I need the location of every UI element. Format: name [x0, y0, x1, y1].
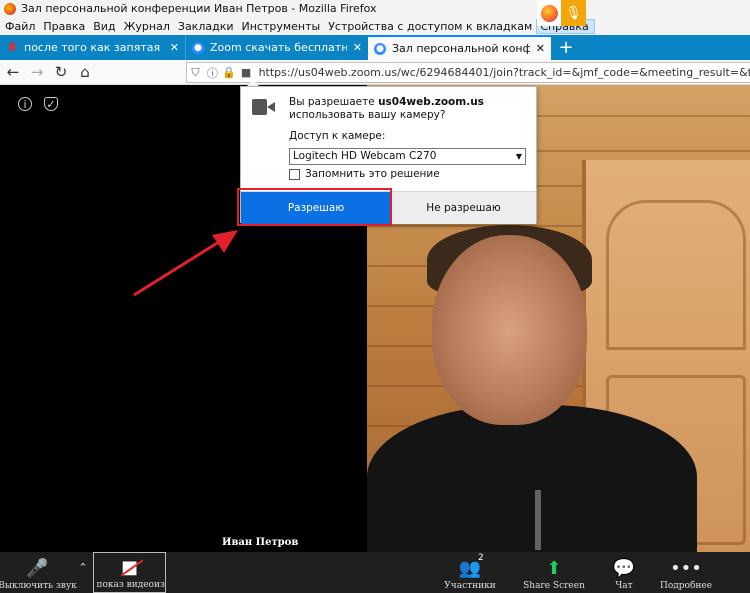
microphone-icon: 🎙	[565, 5, 582, 21]
tab-zoom-conference[interactable]: ● Зал персональной конференц ✕	[368, 35, 551, 60]
shield-icon[interactable]: ⛉	[187, 65, 204, 81]
home-icon[interactable]: ⌂	[75, 63, 95, 81]
lock-icon[interactable]: 🔒	[221, 65, 238, 81]
annotation-arrow	[133, 230, 238, 297]
more-button[interactable]: ••• Подробнее	[658, 552, 714, 593]
chat-label: Чат	[615, 581, 633, 591]
url-text[interactable]: https://us04web.zoom.us/wc/6294684401/jo…	[255, 66, 750, 79]
microphone-icon: 🎤	[26, 558, 49, 579]
video-button[interactable]: ■ ь показ видеоизо	[93, 552, 166, 593]
participants-count: 2	[478, 553, 484, 563]
person-face	[432, 235, 587, 425]
yandex-icon: Я	[7, 41, 17, 54]
firefox-account-button[interactable]	[537, 0, 561, 26]
menu-bar: Файл Правка Вид Журнал Закладки Инструме…	[0, 17, 750, 35]
chat-button[interactable]: 💬 Чат	[607, 552, 641, 593]
more-label: Подробнее	[659, 581, 713, 591]
deny-button[interactable]: Не разрешаю	[391, 192, 536, 224]
remember-decision[interactable]: Запомнить это решение	[289, 168, 440, 180]
audio-options-button[interactable]: ⌃	[76, 552, 90, 593]
chevron-up-icon: ⌃	[78, 561, 88, 574]
camera-icon	[252, 99, 275, 115]
tab-bar: Я после того как запятая — Янд ✕ ● Zoom …	[0, 35, 750, 60]
tab-zoom-download[interactable]: ● Zoom скачать бесплатно для ✕	[185, 35, 368, 60]
share-screen-icon: ⬆	[546, 558, 562, 579]
meeting-top-icons: i ✓	[18, 97, 58, 111]
close-icon[interactable]: ✕	[536, 42, 545, 55]
remember-label: Запомнить это решение	[305, 168, 440, 180]
camera-access-label: Доступ к камере:	[289, 130, 386, 142]
tab-label: Зал персональной конференц	[392, 42, 530, 55]
zoom-icon: ●	[374, 42, 386, 55]
meeting-toolbar: 🎤 Выключить звук ⌃ ■ ь показ видеоизо 👥 …	[0, 552, 750, 593]
participants-button[interactable]: 👥 2 Участники	[440, 552, 500, 593]
menu-tools[interactable]: Инструменты	[239, 20, 326, 33]
video-off-icon: ■	[120, 558, 144, 578]
remember-checkbox[interactable]	[289, 168, 300, 180]
firefox-icon	[4, 2, 16, 15]
permission-domain: us04web.zoom.us	[378, 96, 484, 108]
mute-label: Выключить звук	[0, 581, 77, 591]
mute-button[interactable]: 🎤 Выключить звук	[0, 552, 77, 593]
tab-label: Zoom скачать бесплатно для	[210, 41, 347, 54]
info-icon[interactable]: ⓘ	[204, 65, 221, 81]
share-screen-button[interactable]: ⬆ Share Screen	[520, 552, 588, 593]
participants-label: Участники	[444, 581, 496, 591]
back-arrow-icon[interactable]: ←	[3, 63, 23, 81]
participant-name-label: Иван Петров	[222, 537, 299, 548]
allow-button-highlight	[237, 188, 392, 226]
reload-icon[interactable]: ↻	[51, 63, 71, 81]
camera-select[interactable]: Logitech HD Webcam C270 ▼	[289, 148, 526, 165]
tab-label: после того как запятая — Янд	[24, 41, 164, 54]
chat-bubble-icon: 💬	[612, 558, 636, 579]
navigation-bar: ← → ↻ ⌂ ⛉ ⓘ 🔒 ■ https://us04web.zoom.us/…	[0, 60, 750, 85]
menu-file[interactable]: Файл	[2, 20, 40, 33]
tab-yandex[interactable]: Я после того как запятая — Янд ✕	[0, 35, 185, 60]
menu-history[interactable]: Журнал	[121, 20, 175, 33]
close-icon[interactable]: ✕	[170, 41, 179, 54]
window-titlebar: Зал персональной конференции Иван Петров…	[0, 0, 750, 17]
permission-question: Вы разрешаете us04web.zoom.us использова…	[289, 96, 484, 121]
chevron-down-icon: ▼	[515, 152, 522, 161]
close-icon[interactable]: ✕	[353, 41, 362, 54]
microphone-indicator-button[interactable]: 🎙	[561, 0, 586, 26]
person-body	[367, 405, 697, 552]
more-dots-icon: •••	[670, 558, 702, 579]
shield-check-icon[interactable]: ✓	[44, 97, 58, 111]
firefox-logo-icon	[540, 4, 558, 22]
window-title: Зал персональной конференции Иван Петров…	[21, 2, 377, 15]
jacket-zipper	[535, 490, 541, 550]
forward-arrow-icon[interactable]: →	[27, 63, 47, 81]
new-tab-button[interactable]: +	[551, 35, 581, 60]
video-label: ь показ видеоизо	[94, 580, 166, 590]
share-label: Share Screen	[523, 581, 585, 591]
menu-edit[interactable]: Правка	[40, 20, 90, 33]
menu-view[interactable]: Вид	[90, 20, 120, 33]
selected-camera: Logitech HD Webcam C270	[293, 150, 437, 162]
menu-devices[interactable]: Устройства с доступом к вкладкам	[325, 20, 537, 33]
info-icon[interactable]: i	[18, 97, 32, 111]
menu-bookmarks[interactable]: Закладки	[175, 20, 239, 33]
url-bar[interactable]: ⛉ ⓘ 🔒 ■ https://us04web.zoom.us/wc/62946…	[186, 62, 750, 83]
zoom-icon: ●	[192, 41, 204, 54]
camera-permission-icon[interactable]: ■	[238, 65, 255, 81]
